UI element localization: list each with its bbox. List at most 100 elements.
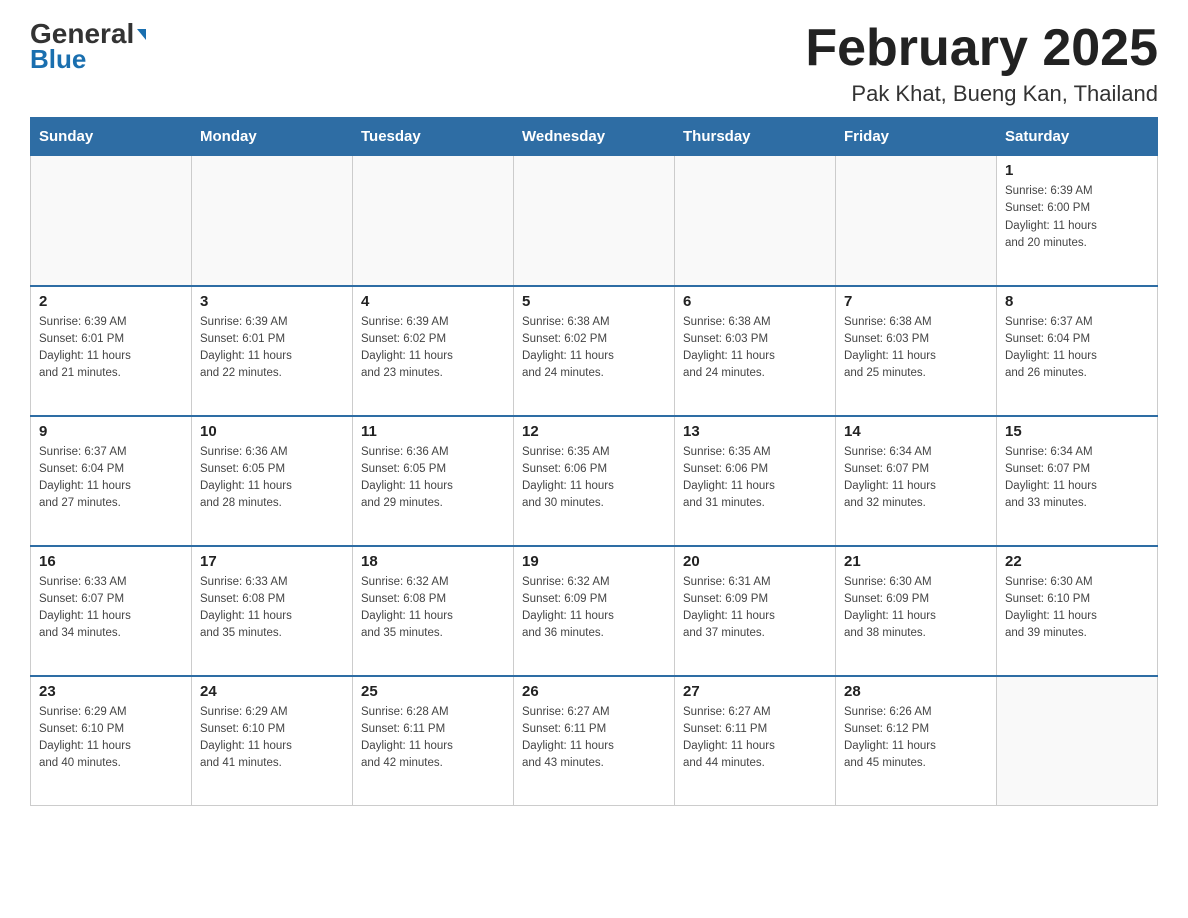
logo-arrow-icon — [137, 29, 146, 40]
weekday-header-monday: Monday — [192, 118, 353, 156]
day-info: Sunrise: 6:38 AMSunset: 6:03 PMDaylight:… — [844, 314, 988, 383]
day-number: 16 — [39, 553, 183, 570]
calendar-cell: 21Sunrise: 6:30 AMSunset: 6:09 PMDayligh… — [836, 546, 997, 676]
day-number: 23 — [39, 683, 183, 700]
day-info: Sunrise: 6:31 AMSunset: 6:09 PMDaylight:… — [683, 574, 827, 643]
day-info: Sunrise: 6:27 AMSunset: 6:11 PMDaylight:… — [683, 704, 827, 773]
day-number: 21 — [844, 553, 988, 570]
calendar-cell: 8 Sunrise: 6:37 AMSunset: 6:04 PMDaylight… — [997, 286, 1158, 416]
day-info: Sunrise: 6:36 AMSunset: 6:05 PMDaylight:… — [200, 444, 344, 513]
calendar-cell — [836, 156, 997, 286]
calendar-header-row: SundayMondayTuesdayWednesdayThursdayFrid… — [31, 118, 1158, 156]
calendar-cell: 17Sunrise: 6:33 AMSunset: 6:08 PMDayligh… — [192, 546, 353, 676]
weekday-header-sunday: Sunday — [31, 118, 192, 156]
calendar-cell: 1 Sunrise: 6:39 AMSunset: 6:00 PMDaylight… — [997, 156, 1158, 286]
calendar-cell: 19 Sunrise: 6:32 AMSunset: 6:09 PMDayligh… — [514, 546, 675, 676]
calendar-cell: 15Sunrise: 6:34 AMSunset: 6:07 PMDayligh… — [997, 416, 1158, 546]
weekday-header-wednesday: Wednesday — [514, 118, 675, 156]
day-number: 20 — [683, 553, 827, 570]
calendar-cell: 13Sunrise: 6:35 AMSunset: 6:06 PMDayligh… — [675, 416, 836, 546]
calendar-week-row: 9 Sunrise: 6:37 AMSunset: 6:04 PMDaylight… — [31, 416, 1158, 546]
calendar-cell — [514, 156, 675, 286]
month-title: February 2025 — [805, 20, 1158, 77]
weekday-header-thursday: Thursday — [675, 118, 836, 156]
calendar-cell: 16 Sunrise: 6:33 AMSunset: 6:07 PMDayligh… — [31, 546, 192, 676]
day-number: 17 — [200, 553, 344, 570]
calendar-cell: 14 Sunrise: 6:34 AMSunset: 6:07 PMDayligh… — [836, 416, 997, 546]
calendar-cell: 7 Sunrise: 6:38 AMSunset: 6:03 PMDaylight… — [836, 286, 997, 416]
calendar-cell: 12Sunrise: 6:35 AMSunset: 6:06 PMDayligh… — [514, 416, 675, 546]
calendar-cell: 9 Sunrise: 6:37 AMSunset: 6:04 PMDaylight… — [31, 416, 192, 546]
day-number: 1 — [1005, 162, 1149, 179]
calendar-cell: 6 Sunrise: 6:38 AMSunset: 6:03 PMDaylight… — [675, 286, 836, 416]
day-number: 28 — [844, 683, 988, 700]
day-info: Sunrise: 6:30 AMSunset: 6:10 PMDaylight:… — [1005, 574, 1149, 643]
day-info: Sunrise: 6:27 AMSunset: 6:11 PMDaylight:… — [522, 704, 666, 773]
day-info: Sunrise: 6:33 AMSunset: 6:07 PMDaylight:… — [39, 574, 183, 643]
weekday-header-tuesday: Tuesday — [353, 118, 514, 156]
day-number: 22 — [1005, 553, 1149, 570]
logo-blue: Blue — [30, 44, 86, 75]
calendar-cell — [31, 156, 192, 286]
day-number: 18 — [361, 553, 505, 570]
calendar-cell: 26 Sunrise: 6:27 AMSunset: 6:11 PMDayligh… — [514, 676, 675, 806]
day-number: 6 — [683, 293, 827, 310]
day-info: Sunrise: 6:28 AMSunset: 6:11 PMDaylight:… — [361, 704, 505, 773]
calendar-table: SundayMondayTuesdayWednesdayThursdayFrid… — [30, 117, 1158, 806]
calendar-cell — [675, 156, 836, 286]
calendar-cell: 10 Sunrise: 6:36 AMSunset: 6:05 PMDayligh… — [192, 416, 353, 546]
day-number: 7 — [844, 293, 988, 310]
day-info: Sunrise: 6:34 AMSunset: 6:07 PMDaylight:… — [1005, 444, 1149, 513]
day-info: Sunrise: 6:37 AMSunset: 6:04 PMDaylight:… — [39, 444, 183, 513]
day-number: 26 — [522, 683, 666, 700]
calendar-cell: 4Sunrise: 6:39 AMSunset: 6:02 PMDaylight… — [353, 286, 514, 416]
calendar-cell: 23 Sunrise: 6:29 AMSunset: 6:10 PMDayligh… — [31, 676, 192, 806]
calendar-cell: 5 Sunrise: 6:38 AMSunset: 6:02 PMDaylight… — [514, 286, 675, 416]
day-info: Sunrise: 6:39 AMSunset: 6:00 PMDaylight:… — [1005, 183, 1149, 252]
day-info: Sunrise: 6:34 AMSunset: 6:07 PMDaylight:… — [844, 444, 988, 513]
day-number: 25 — [361, 683, 505, 700]
day-number: 9 — [39, 423, 183, 440]
calendar-cell: 18 Sunrise: 6:32 AMSunset: 6:08 PMDayligh… — [353, 546, 514, 676]
day-info: Sunrise: 6:39 AMSunset: 6:01 PMDaylight:… — [200, 314, 344, 383]
day-info: Sunrise: 6:38 AMSunset: 6:02 PMDaylight:… — [522, 314, 666, 383]
calendar-cell: 28Sunrise: 6:26 AMSunset: 6:12 PMDayligh… — [836, 676, 997, 806]
calendar-week-row: 23 Sunrise: 6:29 AMSunset: 6:10 PMDayligh… — [31, 676, 1158, 806]
day-info: Sunrise: 6:37 AMSunset: 6:04 PMDaylight:… — [1005, 314, 1149, 383]
day-info: Sunrise: 6:29 AMSunset: 6:10 PMDaylight:… — [39, 704, 183, 773]
day-info: Sunrise: 6:35 AMSunset: 6:06 PMDaylight:… — [683, 444, 827, 513]
calendar-cell: 2 Sunrise: 6:39 AMSunset: 6:01 PMDaylight… — [31, 286, 192, 416]
calendar-week-row: 1 Sunrise: 6:39 AMSunset: 6:00 PMDaylight… — [31, 156, 1158, 286]
calendar-cell: 25 Sunrise: 6:28 AMSunset: 6:11 PMDayligh… — [353, 676, 514, 806]
day-number: 24 — [200, 683, 344, 700]
day-number: 2 — [39, 293, 183, 310]
day-number: 19 — [522, 553, 666, 570]
day-number: 14 — [844, 423, 988, 440]
day-number: 3 — [200, 293, 344, 310]
day-number: 10 — [200, 423, 344, 440]
page-header: General Blue February 2025 Pak Khat, Bue… — [30, 20, 1158, 107]
title-section: February 2025 Pak Khat, Bueng Kan, Thail… — [805, 20, 1158, 107]
weekday-header-saturday: Saturday — [997, 118, 1158, 156]
day-number: 11 — [361, 423, 505, 440]
day-number: 12 — [522, 423, 666, 440]
calendar-cell: 20 Sunrise: 6:31 AMSunset: 6:09 PMDayligh… — [675, 546, 836, 676]
logo: General Blue — [30, 20, 146, 75]
day-info: Sunrise: 6:29 AMSunset: 6:10 PMDaylight:… — [200, 704, 344, 773]
calendar-cell — [997, 676, 1158, 806]
calendar-cell: 22 Sunrise: 6:30 AMSunset: 6:10 PMDayligh… — [997, 546, 1158, 676]
calendar-cell: 3 Sunrise: 6:39 AMSunset: 6:01 PMDaylight… — [192, 286, 353, 416]
day-number: 5 — [522, 293, 666, 310]
calendar-cell — [353, 156, 514, 286]
day-info: Sunrise: 6:39 AMSunset: 6:02 PMDaylight:… — [361, 314, 505, 383]
location: Pak Khat, Bueng Kan, Thailand — [805, 81, 1158, 107]
day-number: 8 — [1005, 293, 1149, 310]
day-info: Sunrise: 6:39 AMSunset: 6:01 PMDaylight:… — [39, 314, 183, 383]
day-info: Sunrise: 6:38 AMSunset: 6:03 PMDaylight:… — [683, 314, 827, 383]
calendar-cell: 24 Sunrise: 6:29 AMSunset: 6:10 PMDayligh… — [192, 676, 353, 806]
day-info: Sunrise: 6:32 AMSunset: 6:09 PMDaylight:… — [522, 574, 666, 643]
calendar-week-row: 16 Sunrise: 6:33 AMSunset: 6:07 PMDayligh… — [31, 546, 1158, 676]
calendar-cell: 27Sunrise: 6:27 AMSunset: 6:11 PMDayligh… — [675, 676, 836, 806]
day-info: Sunrise: 6:32 AMSunset: 6:08 PMDaylight:… — [361, 574, 505, 643]
calendar-week-row: 2 Sunrise: 6:39 AMSunset: 6:01 PMDaylight… — [31, 286, 1158, 416]
